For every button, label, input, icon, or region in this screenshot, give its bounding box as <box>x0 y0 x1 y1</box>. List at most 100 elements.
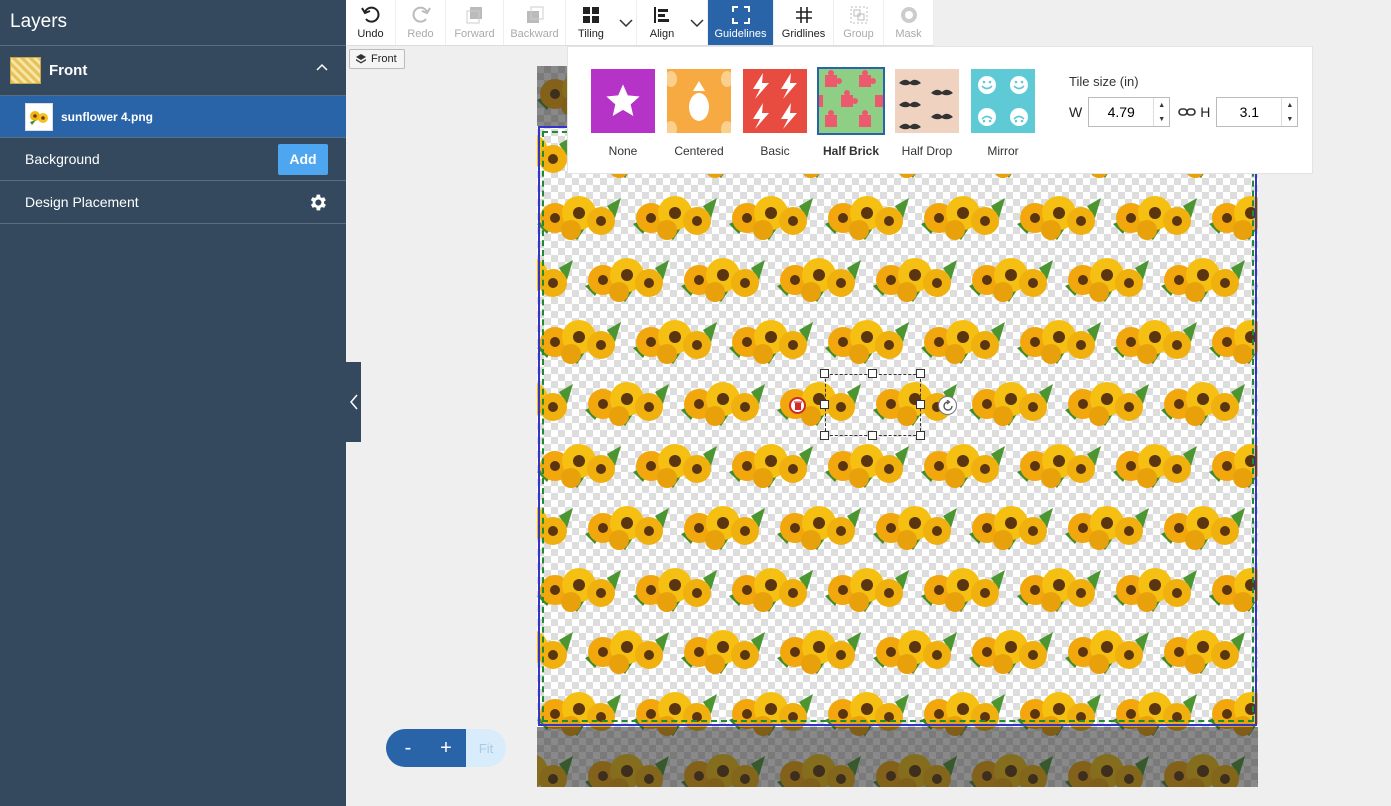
height-label: H <box>1200 104 1211 120</box>
align-icon <box>654 7 669 23</box>
redo-button[interactable]: Redo <box>396 0 446 45</box>
redo-label: Redo <box>407 28 434 40</box>
selection-box[interactable] <box>825 374 921 436</box>
align-button[interactable]: Align <box>637 0 687 45</box>
tiling-option-label: Half Drop <box>901 144 953 158</box>
sunflower-thumbnail <box>25 102 53 131</box>
forward-button[interactable]: Forward <box>446 0 504 45</box>
side-selector[interactable]: Front <box>349 49 405 69</box>
gridlines-button[interactable]: Gridlines <box>774 0 834 45</box>
chevron-down-icon <box>619 18 633 27</box>
group-label: Group <box>843 28 874 40</box>
resize-handle-ne[interactable] <box>916 369 925 378</box>
tiling-button[interactable]: Tiling <box>566 0 616 45</box>
bring-forward-icon <box>466 7 482 24</box>
tiling-option-label: Centered <box>674 144 724 158</box>
tiling-dropdown[interactable] <box>616 0 636 45</box>
tiling-option-none[interactable]: None <box>590 69 656 158</box>
side-selector-label: Front <box>371 53 397 65</box>
increment-icon[interactable]: ▲ <box>1282 98 1297 112</box>
mask-button[interactable]: Mask <box>884 0 934 45</box>
undo-icon <box>360 6 379 23</box>
add-background-button[interactable]: Add <box>278 143 328 175</box>
tile-size-inputs: W ▲▼ H ▲▼ <box>1069 97 1299 127</box>
resize-handle-sw[interactable] <box>820 431 829 440</box>
resize-handle-se[interactable] <box>916 431 925 440</box>
height-stepper[interactable]: ▲ ▼ <box>1281 98 1297 126</box>
resize-handle-s[interactable] <box>868 431 877 440</box>
half-drop-swatch <box>895 69 959 133</box>
resize-handle-w[interactable] <box>820 400 829 409</box>
layer-group-label: Front <box>49 62 88 79</box>
grid-icon <box>795 7 812 23</box>
rotate-icon <box>942 399 953 411</box>
tile-height-input[interactable] <box>1217 98 1282 126</box>
layer-item-sunflower[interactable]: sunflower 4.png <box>0 96 346 138</box>
tiling-option-half-drop[interactable]: Half Drop <box>894 69 960 158</box>
forward-label: Forward <box>454 28 495 40</box>
mustache-icon <box>899 79 953 130</box>
send-backward-icon <box>526 6 543 23</box>
delete-layer-button[interactable] <box>789 397 806 414</box>
basic-swatch <box>743 69 807 133</box>
tiling-option-label: Mirror <box>987 144 1019 158</box>
gear-icon[interactable] <box>307 192 328 213</box>
puzzle-icon <box>819 70 883 127</box>
chevron-up-icon[interactable] <box>316 63 328 71</box>
decrement-icon[interactable]: ▼ <box>1282 112 1297 126</box>
tiling-icon <box>583 7 599 23</box>
zoom-out-button[interactable]: - <box>386 729 426 767</box>
tile-width-input[interactable] <box>1089 98 1154 126</box>
redo-icon <box>412 6 431 23</box>
tiling-label: Tiling <box>578 28 604 40</box>
trash-icon <box>793 401 802 410</box>
tiling-option-centered[interactable]: Centered <box>666 69 732 158</box>
width-field: ▲▼ <box>1088 97 1171 127</box>
mirror-swatch <box>971 69 1035 133</box>
star-icon <box>606 84 640 116</box>
increment-icon[interactable]: ▲ <box>1154 98 1169 112</box>
none-swatch <box>591 69 655 133</box>
front-thumbnail <box>10 57 41 84</box>
layer-group-front[interactable]: Front <box>0 46 346 96</box>
resize-handle-nw[interactable] <box>820 369 829 378</box>
chevron-left-icon <box>349 394 358 410</box>
height-field: ▲▼ <box>1216 97 1299 127</box>
align-dropdown[interactable] <box>687 0 707 45</box>
sunflower-tile <box>1257 382 1258 426</box>
mask-icon <box>900 7 917 23</box>
tiling-option-half-brick[interactable]: Half Brick <box>817 67 885 158</box>
tiling-option-label: Half Brick <box>822 144 880 158</box>
group-icon <box>850 6 867 24</box>
link-icon[interactable] <box>1178 107 1197 117</box>
tiling-option-mirror[interactable]: Mirror <box>970 69 1036 158</box>
collapse-panel-tab[interactable] <box>346 362 361 442</box>
resize-handle-n[interactable] <box>868 369 877 378</box>
zoom-fit-button[interactable]: Fit <box>466 729 506 767</box>
undo-label: Undo <box>357 28 384 40</box>
sunflower-tile <box>1257 258 1258 302</box>
layers-icon <box>356 54 366 64</box>
width-stepper[interactable]: ▲ ▼ <box>1153 98 1169 126</box>
guidelines-icon <box>731 6 750 24</box>
rotate-handle[interactable] <box>938 396 957 415</box>
panel-title: Layers <box>0 0 346 46</box>
zoom-in-button[interactable]: + <box>426 729 466 767</box>
resize-handle-e[interactable] <box>916 400 925 409</box>
tiling-options-panel: None Centered Basic Half Brick Half Drop… <box>567 46 1313 174</box>
sunflower-tile <box>1257 630 1258 674</box>
half-brick-swatch <box>817 67 885 135</box>
tiling-option-basic[interactable]: Basic <box>742 69 808 158</box>
width-label: W <box>1069 104 1083 120</box>
tiling-option-label: Basic <box>760 144 790 158</box>
backward-button[interactable]: Backward <box>504 0 566 45</box>
align-control: Align <box>637 0 708 45</box>
guidelines-button[interactable]: Guidelines <box>708 0 774 45</box>
design-placement-label: Design Placement <box>25 194 139 210</box>
sunflower-tile <box>1257 506 1258 550</box>
undo-button[interactable]: Undo <box>346 0 396 45</box>
group-button[interactable]: Group <box>834 0 884 45</box>
tiling-option-label: None <box>608 144 638 158</box>
decrement-icon[interactable]: ▼ <box>1154 112 1169 126</box>
design-placement-row[interactable]: Design Placement <box>0 181 346 224</box>
